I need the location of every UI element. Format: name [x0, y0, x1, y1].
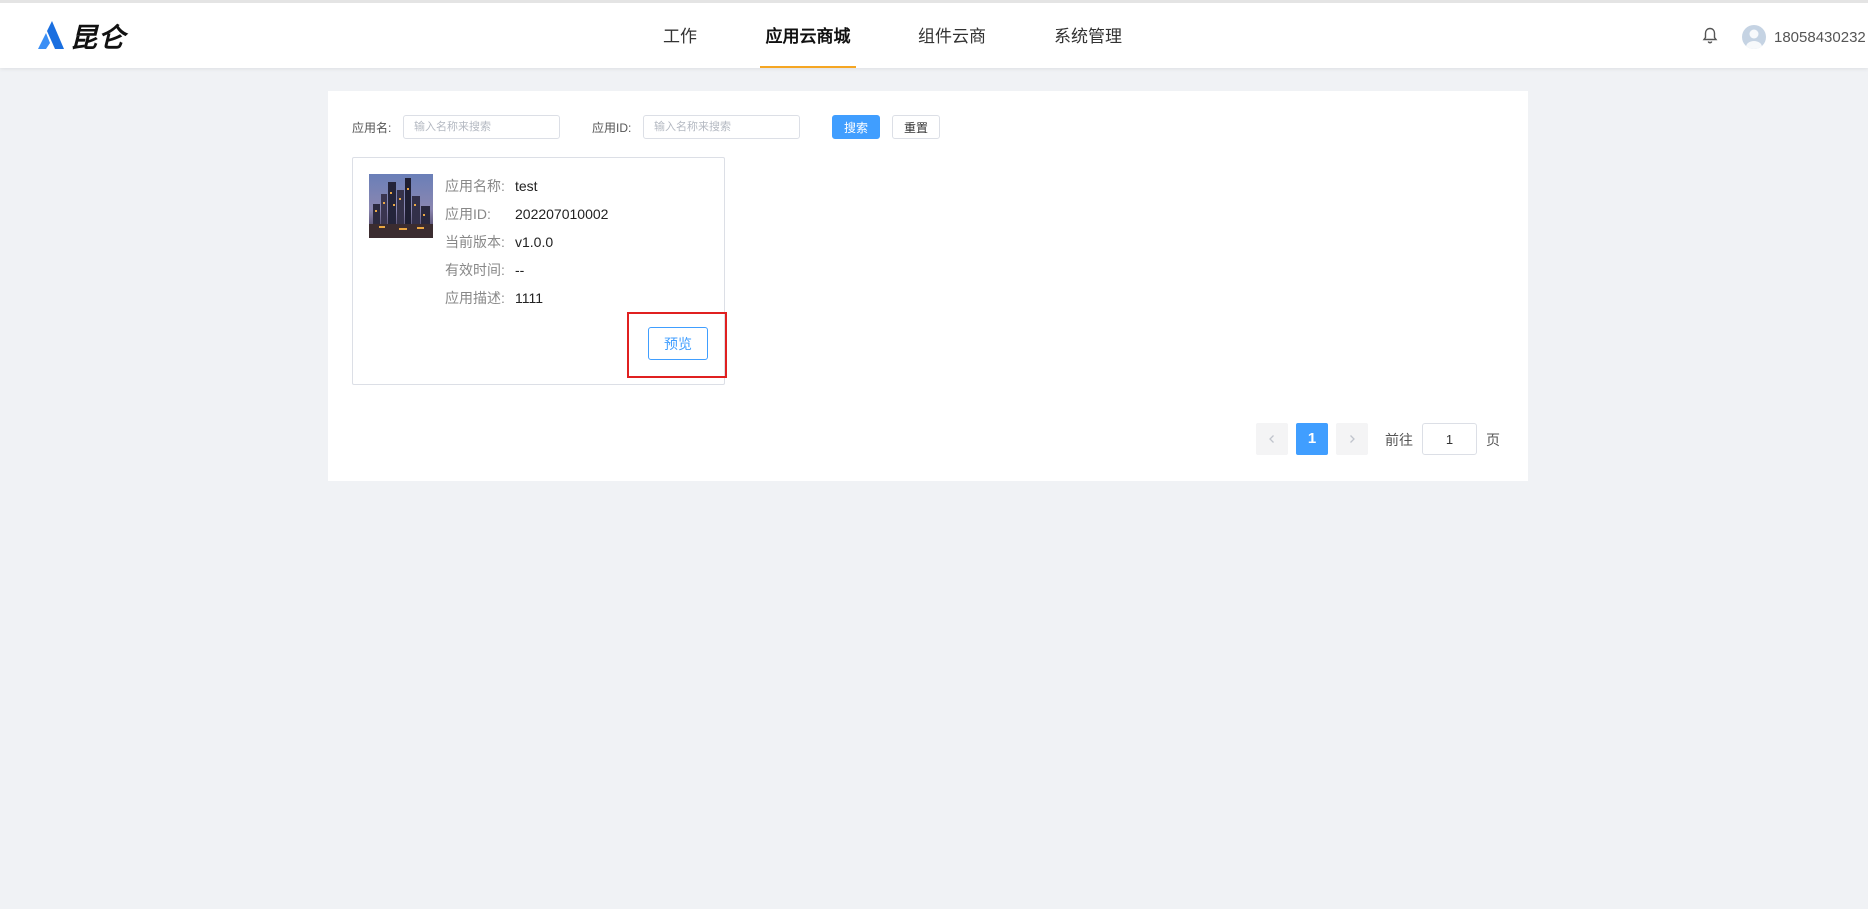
field-label: 当前版本:	[445, 234, 505, 250]
next-page-button[interactable]	[1336, 423, 1368, 455]
bell-icon[interactable]	[1702, 27, 1718, 45]
app-thumbnail	[369, 174, 433, 238]
field-app-id: 应用ID: 202207010002	[445, 204, 608, 232]
nav-item-label: 系统管理	[1054, 27, 1122, 46]
field-value: --	[515, 262, 525, 278]
top-header: 昆仑 工作台 应用云商城 组件云商城 系统管理 18058430232	[0, 0, 1868, 113]
user-name: 18058430232	[1774, 28, 1866, 46]
nav-item-system-admin[interactable]: 系统管理	[1054, 3, 1122, 68]
nav-item-workbench[interactable]: 工作台	[656, 3, 704, 113]
city-skyline-image	[369, 174, 433, 238]
field-value: v1.0.0	[515, 234, 554, 250]
app-id-input[interactable]	[643, 115, 800, 139]
chevron-right-icon	[1350, 435, 1355, 443]
logo[interactable]: 昆仑	[38, 19, 126, 54]
avatar	[1742, 25, 1766, 49]
user-icon	[1746, 29, 1762, 49]
page-number-button[interactable]: 1	[1296, 423, 1328, 455]
field-app-name: 应用名称: test	[445, 176, 608, 204]
field-label: 应用名称:	[445, 178, 505, 194]
prev-page-button[interactable]	[1256, 423, 1288, 455]
field-label: 应用ID:	[445, 206, 491, 222]
field-valid-time: 有效时间: --	[445, 260, 608, 288]
app-card: 应用名称: test 应用ID: 202207010002 当前版本: v1.0…	[352, 157, 725, 385]
user-menu[interactable]: 18058430232	[1742, 25, 1866, 49]
field-value: 202207010002	[515, 206, 609, 222]
logo-mark-icon	[38, 21, 64, 49]
field-label: 应用描述:	[445, 290, 505, 306]
logo-text: 昆仑	[70, 22, 126, 54]
nav-item-component-store[interactable]: 组件云商城	[910, 3, 994, 113]
app-fields: 应用名称: test 应用ID: 202207010002 当前版本: v1.0…	[445, 176, 608, 316]
search-bar: 应用名: 应用ID: 搜索 重置	[352, 115, 1352, 139]
nav-item-label: 应用云商城	[765, 27, 851, 46]
app-name-input[interactable]	[403, 115, 560, 139]
chevron-left-icon	[1269, 435, 1274, 443]
field-version: 当前版本: v1.0.0	[445, 232, 608, 260]
pagination: 1 前往 页	[328, 423, 1528, 455]
reset-button[interactable]: 重置	[892, 115, 940, 139]
app-id-label: 应用ID:	[592, 121, 632, 135]
preview-button[interactable]: 预览	[648, 327, 708, 360]
field-label: 有效时间:	[445, 262, 505, 278]
page-suffix: 页	[1486, 432, 1500, 448]
field-value: 1111	[515, 290, 544, 306]
field-value: test	[515, 178, 538, 194]
search-button[interactable]: 搜索	[832, 115, 880, 139]
app-name-label: 应用名:	[352, 121, 392, 135]
field-description: 应用描述: 1111	[445, 288, 608, 316]
nav-item-app-store[interactable]: 应用云商城	[760, 3, 856, 68]
goto-label: 前往	[1385, 432, 1413, 448]
goto-page-input[interactable]	[1422, 423, 1477, 455]
app-store-panel: 应用名: 应用ID: 搜索 重置	[328, 91, 1528, 481]
